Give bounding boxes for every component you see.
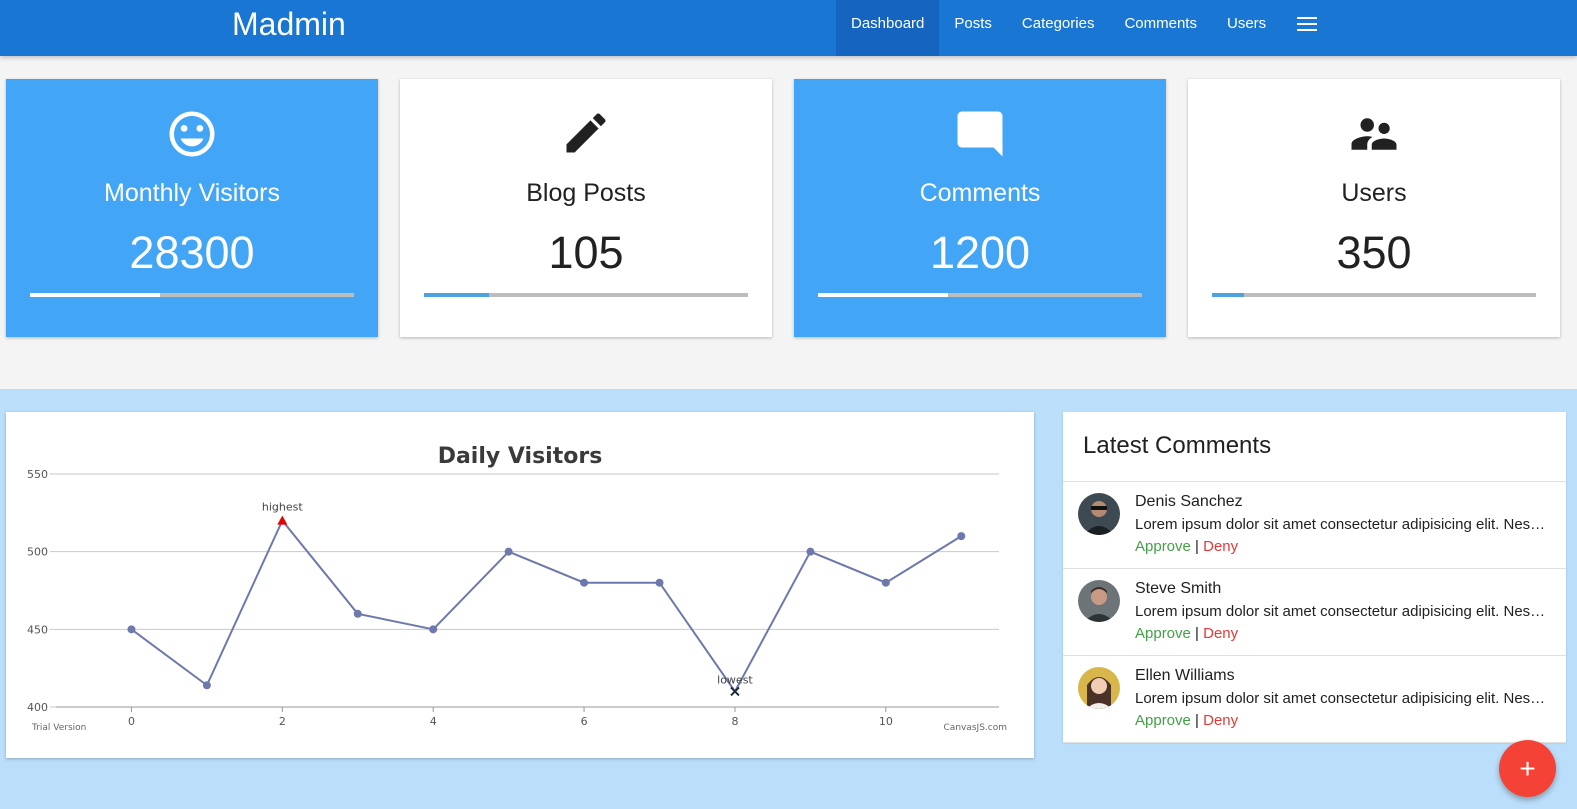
data-point (655, 578, 664, 587)
approve-link[interactable]: Approve (1135, 625, 1191, 642)
x-tick-label: 10 (879, 715, 893, 728)
stat-progress-fill (424, 293, 489, 297)
annotation-label: highest (262, 501, 303, 514)
stat-value: 350 (1336, 227, 1412, 278)
daily-visitors-chart-card: Daily Visitors 400 450 500 550 0 2 4 6 8 10 highest… (6, 412, 1034, 758)
annotation-label: lowest (717, 673, 753, 686)
stat-progress-fill (30, 293, 160, 297)
stat-progress-bar (424, 293, 748, 297)
x-tick-label: 2 (279, 715, 286, 728)
comment-text: Lorem ipsum dolor sit amet consectetur a… (1135, 690, 1547, 707)
stat-title: Users (1341, 179, 1407, 207)
comment-author: Ellen Williams (1135, 667, 1235, 684)
stat-title: Monthly Visitors (104, 179, 280, 207)
comment-author: Steve Smith (1135, 580, 1222, 597)
stat-title: Blog Posts (526, 179, 646, 207)
comment-actions: Approve | Deny (1135, 625, 1238, 642)
separator: | (1195, 625, 1199, 642)
nav-link-posts[interactable]: Posts (939, 0, 1007, 48)
y-tick-label: 450 (27, 623, 48, 636)
stat-card-users[interactable]: Users 350 (1188, 79, 1560, 337)
avatar (1078, 493, 1120, 535)
y-tick-label: 500 (27, 546, 48, 559)
brand-logo[interactable]: Madmin (232, 6, 346, 43)
chart-title: Daily Visitors (438, 444, 603, 469)
comment-item: Denis Sanchez Lorem ipsum dolor sit amet… (1063, 482, 1566, 569)
data-point (957, 532, 966, 541)
approve-link[interactable]: Approve (1135, 538, 1191, 555)
avatar (1078, 580, 1120, 622)
stat-card-comments[interactable]: Comments 1200 (794, 79, 1166, 337)
nav-link-users[interactable]: Users (1212, 0, 1281, 48)
y-tick-label: 550 (27, 468, 48, 481)
stat-value: 28300 (129, 227, 255, 278)
stat-title: Comments (919, 179, 1041, 207)
pencil-icon (400, 107, 772, 161)
comment-text: Lorem ipsum dolor sit amet consectetur a… (1135, 603, 1547, 620)
smiley-face-icon (6, 107, 378, 161)
add-fab-button[interactable]: + (1499, 740, 1556, 797)
data-point (353, 609, 362, 618)
x-tick-label: 0 (128, 715, 135, 728)
avatar (1078, 667, 1120, 709)
plus-icon: + (1519, 752, 1536, 784)
comment-author: Denis Sanchez (1135, 493, 1243, 510)
data-point (504, 547, 513, 556)
stat-value: 105 (548, 227, 624, 278)
stat-progress-bar (1212, 293, 1536, 297)
comment-text: Lorem ipsum dolor sit amet consectetur a… (1135, 516, 1547, 533)
nav-link-comments[interactable]: Comments (1109, 0, 1212, 48)
daily-visitors-chart: Daily Visitors 400 450 500 550 0 2 4 6 8 10 highest… (27, 444, 1007, 733)
comment-actions: Approve | Deny (1135, 538, 1238, 555)
deny-link[interactable]: Deny (1203, 625, 1238, 642)
data-point (429, 625, 438, 634)
hamburger-menu-icon[interactable] (1281, 0, 1333, 48)
comment-bubble-icon (794, 107, 1166, 161)
stat-progress-fill (818, 293, 948, 297)
data-point (202, 681, 211, 690)
comment-actions: Approve | Deny (1135, 712, 1238, 729)
x-tick-label: 6 (581, 715, 588, 728)
people-icon (1188, 107, 1560, 161)
data-point-lowest (730, 686, 740, 697)
stat-value: 1200 (929, 227, 1031, 278)
y-tick-label: 400 (27, 701, 48, 714)
nav-links: Dashboard Posts Categories Comments User… (836, 0, 1333, 56)
data-point (881, 578, 890, 587)
latest-comments-card: Latest Comments Denis Sanchez Lorem ipsu… (1063, 412, 1566, 743)
top-navbar: Madmin Dashboard Posts Categories Commen… (0, 0, 1577, 56)
chart-footer-left: Trial Version (31, 723, 86, 733)
latest-comments-title: Latest Comments (1083, 432, 1272, 459)
stat-card-monthly-visitors[interactable]: Monthly Visitors 28300 (6, 79, 378, 337)
comment-item: Ellen Williams Lorem ipsum dolor sit ame… (1063, 656, 1566, 743)
stat-progress-bar (818, 293, 1142, 297)
stat-card-blog-posts[interactable]: Blog Posts 105 (400, 79, 772, 337)
data-point (806, 547, 815, 556)
chart-footer-right: CanvasJS.com (944, 723, 1007, 733)
deny-link[interactable]: Deny (1203, 538, 1238, 555)
x-tick-label: 4 (430, 715, 437, 728)
comment-item: Steve Smith Lorem ipsum dolor sit amet c… (1063, 569, 1566, 656)
stat-progress-fill (1212, 293, 1245, 297)
data-point (580, 578, 589, 587)
x-tick-label: 8 (731, 715, 738, 728)
data-point (127, 625, 136, 634)
separator: | (1195, 712, 1199, 729)
nav-link-categories[interactable]: Categories (1007, 0, 1110, 48)
nav-link-dashboard[interactable]: Dashboard (836, 0, 940, 56)
approve-link[interactable]: Approve (1135, 712, 1191, 729)
series-line (130, 518, 962, 694)
stats-section: Monthly Visitors 28300 Blog Posts 105 Co… (0, 56, 1577, 389)
stat-progress-bar (30, 293, 354, 297)
separator: | (1195, 538, 1199, 555)
deny-link[interactable]: Deny (1203, 712, 1238, 729)
data-point-highest (277, 515, 288, 525)
